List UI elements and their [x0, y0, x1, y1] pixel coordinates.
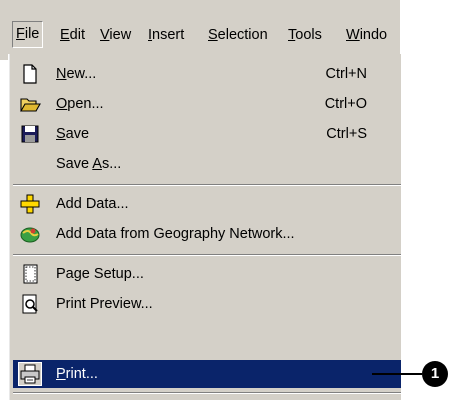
- shortcut-text: Ctrl+N: [325, 66, 368, 82]
- menu-item-save-as[interactable]: Save As...: [13, 150, 401, 178]
- menu-file[interactable]: File: [12, 21, 44, 48]
- floppy-disk-icon: [21, 125, 39, 143]
- menu-item-label: New...: [56, 66, 97, 82]
- menu-file-rest: ile: [24, 26, 40, 42]
- page-setup-icon: [23, 264, 38, 284]
- menu-item-page-setup[interactable]: Page Setup...: [13, 260, 401, 288]
- menu-item-open[interactable]: Open... Ctrl+O: [13, 90, 401, 118]
- menu-separator: [13, 392, 401, 394]
- menu-view[interactable]: View: [96, 22, 135, 48]
- menu-tools[interactable]: Tools: [284, 22, 326, 48]
- menu-item-label: Open...: [56, 96, 104, 112]
- print-preview-icon: [22, 294, 38, 314]
- open-folder-icon: [20, 98, 41, 112]
- menu-item-label: Print Preview...: [56, 296, 153, 312]
- add-data-icon: [20, 194, 40, 214]
- menu-separator: [13, 254, 401, 256]
- menu-insert[interactable]: Insert: [144, 22, 188, 48]
- menu-item-label: Add Data from Geography Network...: [56, 226, 295, 242]
- globe-icon: [20, 227, 40, 243]
- menu-item-save[interactable]: Save Ctrl+S: [13, 120, 401, 148]
- menu-bar: File Edit View Insert Selection Tools Wi…: [0, 0, 400, 60]
- menu-item-label: Print...: [56, 366, 98, 382]
- menu-item-print-preview[interactable]: Print Preview...: [13, 290, 401, 318]
- new-document-icon: [23, 64, 37, 84]
- menu-window[interactable]: Windo: [342, 22, 391, 48]
- callout-number-badge: 1: [422, 361, 448, 387]
- shortcut-text: Ctrl+S: [326, 126, 367, 142]
- menu-item-label: Save As...: [56, 156, 122, 172]
- menu-item-add-data[interactable]: Add Data...: [13, 190, 401, 218]
- menu-item-new[interactable]: New... Ctrl+N: [13, 60, 401, 88]
- menu-item-label: Page Setup...: [56, 266, 144, 282]
- menu-item-print[interactable]: Print...: [13, 360, 401, 388]
- file-menu-dropdown: New... Ctrl+N Open... Ctrl+O Save Ctrl+S…: [8, 54, 401, 400]
- menu-edit[interactable]: Edit: [56, 22, 89, 48]
- menu-item-add-data-geography-network[interactable]: Add Data from Geography Network...: [13, 220, 401, 248]
- shortcut-text: Ctrl+O: [324, 96, 367, 112]
- menu-item-label: Save: [56, 126, 90, 142]
- menu-selection[interactable]: Selection: [204, 22, 272, 48]
- printer-icon: [18, 362, 42, 386]
- callout-line: [372, 373, 422, 375]
- menu-item-label: Add Data...: [56, 196, 129, 212]
- menu-separator: [13, 184, 401, 186]
